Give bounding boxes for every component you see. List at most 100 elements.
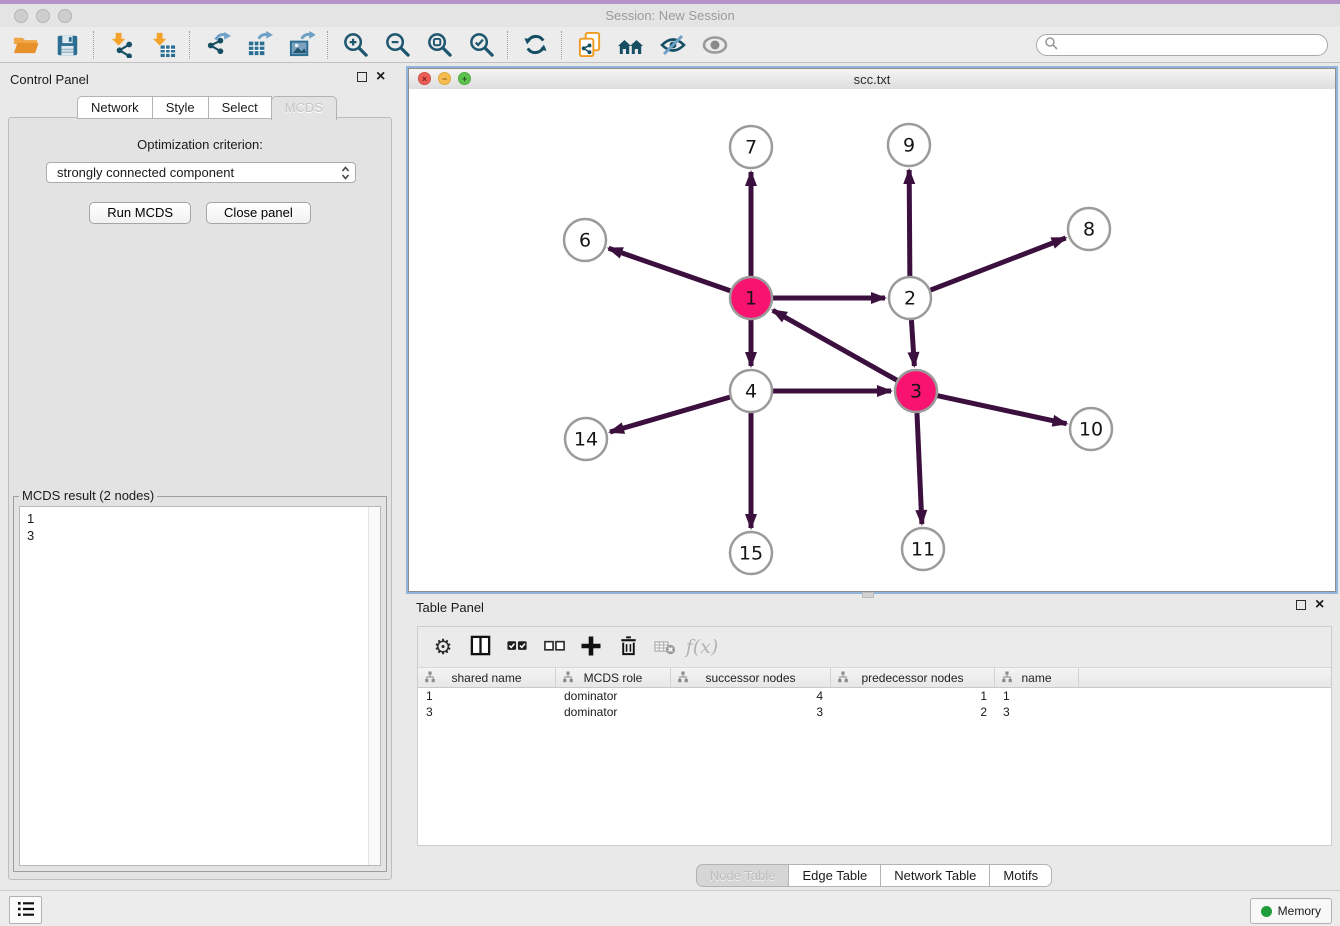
toolbar-separator xyxy=(561,31,563,59)
tab-mcds[interactable]: MCDS xyxy=(271,96,337,120)
export-network-button[interactable] xyxy=(196,29,238,61)
graph-edge-2-3[interactable] xyxy=(911,320,914,366)
result-scrollbar[interactable] xyxy=(368,507,380,865)
graph-edge-3-11[interactable] xyxy=(917,413,922,524)
panel-menu-button[interactable] xyxy=(9,896,42,924)
save-session-button[interactable] xyxy=(46,29,88,61)
zoom-in-button[interactable] xyxy=(334,29,376,61)
save-icon xyxy=(54,32,80,58)
cell-predecessor-nodes[interactable]: 1 xyxy=(831,688,995,704)
tab-node-table[interactable]: Node Table xyxy=(696,864,790,887)
column-header-shared-name[interactable]: shared name xyxy=(418,668,556,687)
float-panel-icon[interactable] xyxy=(1296,600,1306,610)
table-header-row: shared nameMCDS rolesuccessor nodesprede… xyxy=(418,668,1331,688)
zoom-out-button[interactable] xyxy=(376,29,418,61)
column-visibility-button[interactable] xyxy=(465,632,495,662)
graph-edge-2-8[interactable] xyxy=(931,238,1066,290)
create-column-button[interactable] xyxy=(576,632,606,662)
run-mcds-button[interactable]: Run MCDS xyxy=(89,202,191,224)
export-network-icon xyxy=(204,31,231,58)
graph-edge-1-6[interactable] xyxy=(609,248,731,290)
zoom-selected-button[interactable] xyxy=(460,29,502,61)
plus-icon xyxy=(579,634,603,661)
cell-shared-name[interactable]: 1 xyxy=(418,688,556,704)
tree-sort-icon xyxy=(837,671,849,687)
cell-predecessor-nodes[interactable]: 2 xyxy=(831,704,995,720)
table-panel-buttons: × xyxy=(1296,600,1324,610)
criterion-value: strongly connected component xyxy=(57,165,234,180)
graph-node-label: 4 xyxy=(745,381,757,403)
mcds-result-text[interactable]: 1 3 xyxy=(20,507,368,865)
graph-node-label: 3 xyxy=(910,381,922,403)
zoom-fit-icon xyxy=(426,31,453,58)
graph-node-label: 7 xyxy=(745,137,757,159)
delete-column-button[interactable] xyxy=(613,632,643,662)
column-header-predecessor-nodes[interactable]: predecessor nodes xyxy=(831,668,995,687)
criterion-select[interactable]: strongly connected component xyxy=(46,162,356,183)
export-image-button[interactable] xyxy=(280,29,322,61)
networks-home-button[interactable] xyxy=(610,29,652,61)
desktop-edge xyxy=(0,0,1340,4)
column-header-name[interactable]: name xyxy=(995,668,1079,687)
tab-edge-table[interactable]: Edge Table xyxy=(788,864,881,887)
network-view-window: × − + scc.txt 7968124314101511 xyxy=(408,68,1336,592)
cell-successor-nodes[interactable]: 4 xyxy=(671,688,831,704)
refresh-icon xyxy=(522,31,549,58)
copy-network-icon xyxy=(576,31,603,58)
import-table-button[interactable] xyxy=(142,29,184,61)
zoom-selected-icon xyxy=(468,31,495,58)
graph-node-label: 15 xyxy=(739,543,763,565)
deselect-all-button[interactable] xyxy=(539,632,569,662)
search-box[interactable] xyxy=(1036,34,1328,56)
close-panel-icon[interactable]: × xyxy=(376,72,385,82)
show-all-button[interactable] xyxy=(694,29,736,61)
close-panel-button[interactable]: Close panel xyxy=(206,202,311,224)
cell-name[interactable]: 1 xyxy=(995,688,1079,704)
cell-mcds-role[interactable]: dominator xyxy=(556,688,671,704)
network-window-titlebar[interactable]: × − + scc.txt xyxy=(409,69,1335,90)
gear-icon: ⚙ xyxy=(434,637,453,658)
column-header-mcds-role[interactable]: MCDS role xyxy=(556,668,671,687)
tab-motifs[interactable]: Motifs xyxy=(989,864,1052,887)
graph-edge-4-14[interactable] xyxy=(610,397,730,432)
titlebar: Session: New Session xyxy=(0,0,1340,28)
graph-edge-2-9[interactable] xyxy=(909,170,910,276)
cell-name[interactable]: 3 xyxy=(995,704,1079,720)
import-network-button[interactable] xyxy=(100,29,142,61)
search-input[interactable] xyxy=(1058,37,1327,53)
tab-network-table[interactable]: Network Table xyxy=(880,864,990,887)
memory-status-dot xyxy=(1261,906,1272,917)
open-session-button[interactable] xyxy=(4,29,46,61)
tab-network[interactable]: Network xyxy=(77,96,153,119)
toolbar-separator xyxy=(93,31,95,59)
zoom-fit-button[interactable] xyxy=(418,29,460,61)
tree-sort-icon xyxy=(677,671,689,687)
import-network-icon xyxy=(108,31,135,58)
graph-edge-3-1[interactable] xyxy=(773,310,897,380)
cell-successor-nodes[interactable]: 3 xyxy=(671,704,831,720)
graph-edge-3-10[interactable] xyxy=(937,396,1066,424)
tab-select[interactable]: Select xyxy=(208,96,272,119)
tab-style[interactable]: Style xyxy=(152,96,209,119)
export-table-button[interactable] xyxy=(238,29,280,61)
column-header-successor-nodes[interactable]: successor nodes xyxy=(671,668,831,687)
splitter-handle[interactable] xyxy=(862,592,874,598)
delete-table-button[interactable] xyxy=(650,632,680,662)
cell-mcds-role[interactable]: dominator xyxy=(556,704,671,720)
memory-button[interactable]: Memory xyxy=(1250,898,1332,924)
table-settings-button[interactable]: ⚙ xyxy=(428,632,458,662)
hide-selected-button[interactable] xyxy=(652,29,694,61)
float-panel-icon[interactable] xyxy=(357,72,367,82)
graph-svg[interactable]: 7968124314101511 xyxy=(409,89,1335,591)
cell-shared-name[interactable]: 3 xyxy=(418,704,556,720)
select-stepper-icon xyxy=(341,165,350,181)
network-canvas[interactable]: 7968124314101511 xyxy=(409,89,1335,591)
select-all-button[interactable] xyxy=(502,632,532,662)
refresh-layout-button[interactable] xyxy=(514,29,556,61)
mcds-result-area[interactable]: 1 3 xyxy=(19,506,381,866)
control-panel-buttons: × xyxy=(357,72,385,82)
open-folder-icon xyxy=(12,31,39,58)
clone-network-button[interactable] xyxy=(568,29,610,61)
function-builder-button[interactable]: f(x) xyxy=(687,632,717,662)
close-panel-icon[interactable]: × xyxy=(1315,600,1324,610)
